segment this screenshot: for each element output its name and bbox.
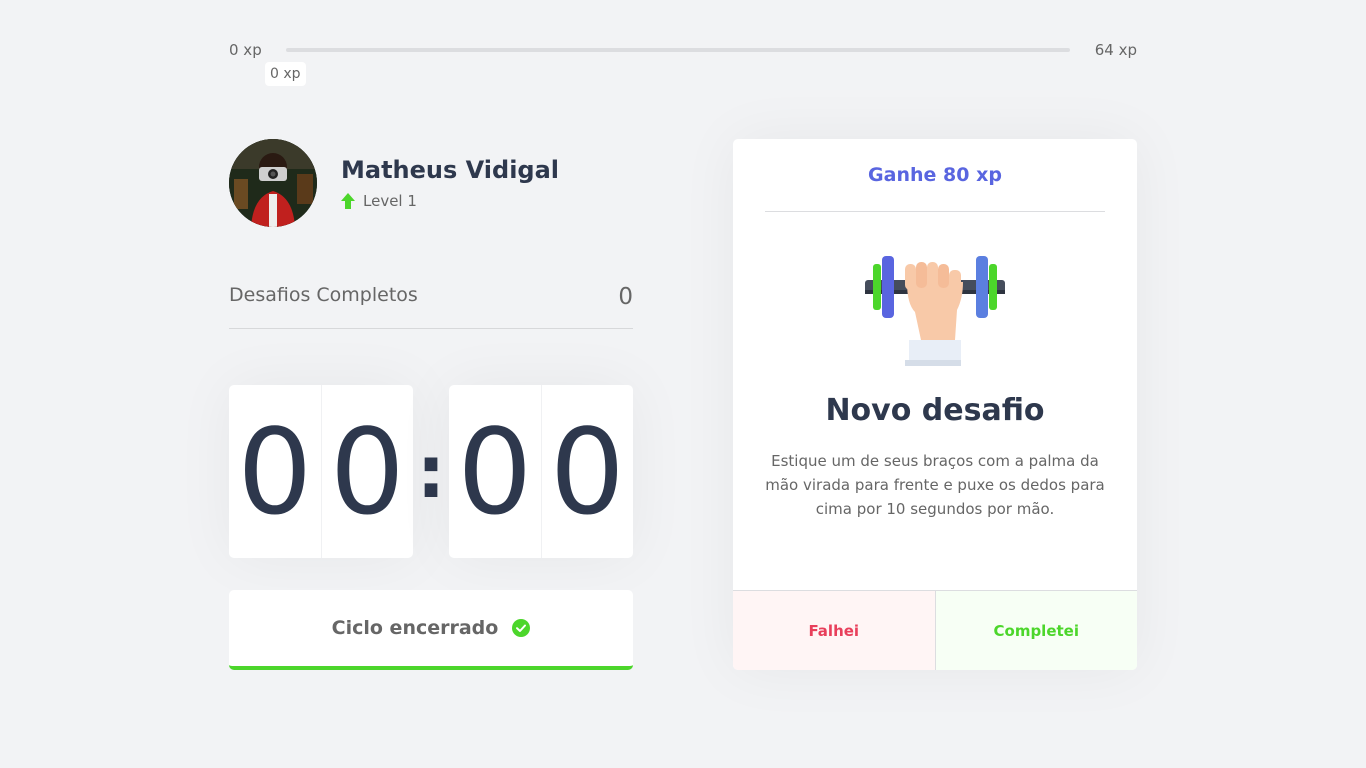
- xp-min-label: 0 xp: [229, 41, 262, 59]
- failed-button[interactable]: Falhei: [733, 591, 936, 670]
- completed-challenges-label: Desafios Completos: [229, 284, 418, 306]
- check-circle-icon: [512, 619, 531, 637]
- seconds-group: 0 0: [449, 385, 633, 558]
- xp-current-label: 0 xp: [265, 62, 306, 86]
- second-digit-left: 0: [449, 385, 542, 558]
- profile-name: Matheus Vidigal: [341, 156, 560, 184]
- challenge-title: Novo desafio: [825, 393, 1045, 428]
- completed-challenges-count: 0: [618, 284, 633, 310]
- minute-digit-right: 0: [329, 402, 405, 541]
- completed-challenges: Desafios Completos 0: [229, 284, 633, 329]
- countdown-separator: :: [416, 429, 446, 514]
- level-label: Level 1: [363, 192, 417, 210]
- profile-level: Level 1: [341, 192, 559, 210]
- second-digit-right: 0: [549, 402, 625, 541]
- challenge-reward: Ganhe 80 xp: [765, 139, 1105, 212]
- minute-digit-left: 0: [229, 385, 322, 558]
- challenge-description: Estique um de seus braços com a palma da…: [765, 452, 1105, 518]
- minutes-group: 0 0: [229, 385, 413, 558]
- dumbbell-icon: [865, 256, 1005, 366]
- cycle-button-label: Ciclo encerrado: [331, 617, 499, 639]
- challenge-card: Ganhe 80 xp Novo desafio Estique um de s…: [733, 139, 1137, 670]
- profile: Matheus Vidigal Level 1: [229, 139, 559, 227]
- countdown: 0 0 : 0 0: [229, 385, 633, 558]
- xp-max-label: 64 xp: [1094, 41, 1137, 59]
- experience-bar: 0 xp 0 xp 64 xp: [229, 38, 1137, 86]
- challenge-actions: Falhei Completei: [733, 590, 1137, 670]
- level-up-icon: [341, 193, 355, 209]
- cycle-finished-button[interactable]: Ciclo encerrado: [229, 590, 633, 670]
- xp-track: [286, 48, 1070, 52]
- avatar: [229, 139, 317, 227]
- succeeded-button[interactable]: Completei: [935, 591, 1137, 670]
- avatar-photo-icon: [229, 139, 317, 227]
